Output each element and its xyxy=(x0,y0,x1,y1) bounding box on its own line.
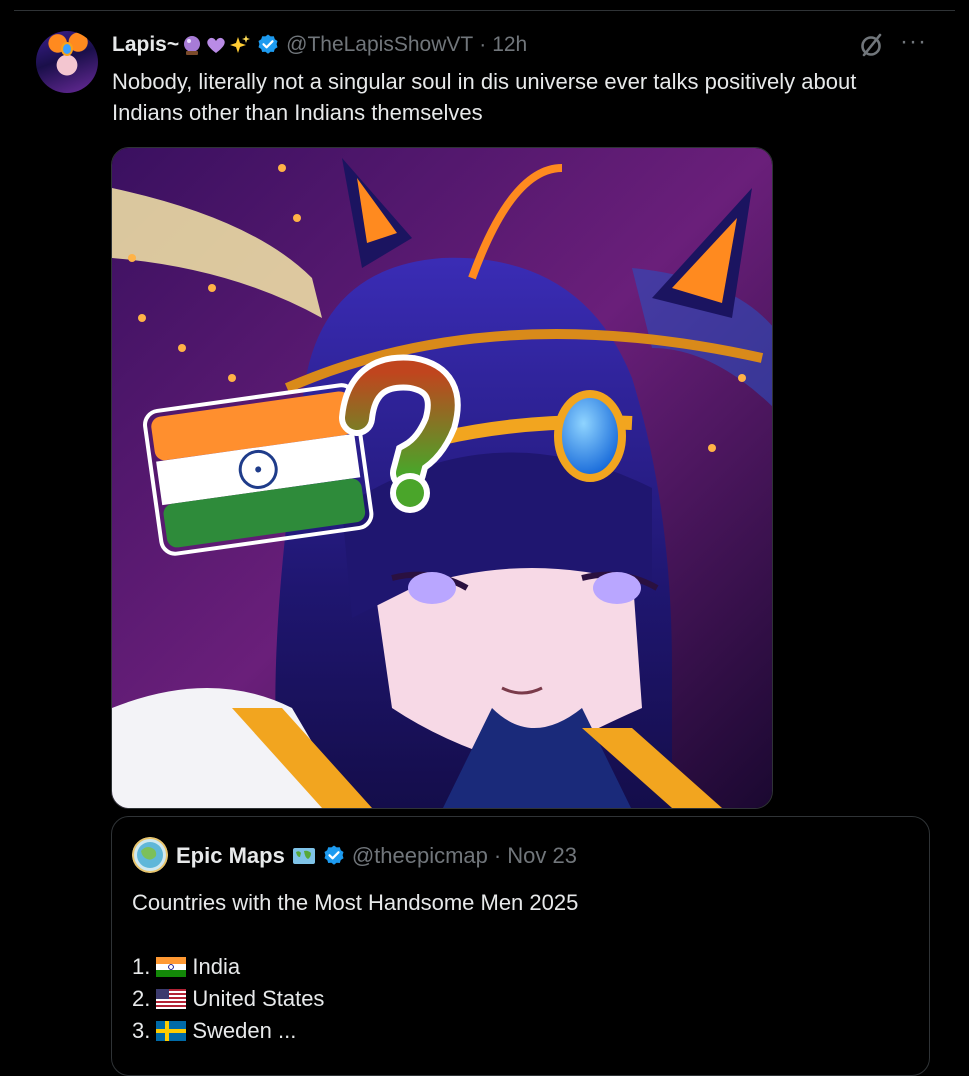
list-item: 3. Sweden ... xyxy=(132,1015,912,1047)
quote-text: Countries with the Most Handsome Men 202… xyxy=(132,887,912,1047)
sparkles-icon xyxy=(230,35,251,53)
crystal-ball-icon xyxy=(184,36,201,55)
list-label: India xyxy=(192,954,241,979)
india-flag-icon xyxy=(156,957,187,977)
more-icon[interactable]: ··· xyxy=(900,30,930,55)
grok-icon[interactable] xyxy=(858,31,886,59)
us-flag-icon xyxy=(156,989,187,1009)
handle[interactable]: @TheLapisShowVT xyxy=(286,33,473,57)
list-number: 2. xyxy=(132,986,151,1011)
display-name[interactable]: Lapis~ xyxy=(112,33,179,57)
quoted-tweet[interactable]: Epic Maps @theepicmap · Nov 23 Countries… xyxy=(111,816,930,1076)
tweet-text: Nobody, literally not a singular soul in… xyxy=(112,69,857,125)
verified-badge-icon xyxy=(258,34,278,54)
verified-badge-icon xyxy=(324,845,344,865)
list-number: 1. xyxy=(132,954,151,979)
quote-handle[interactable]: @theepicmap xyxy=(352,843,488,869)
post-image[interactable] xyxy=(111,147,773,809)
avatar[interactable] xyxy=(36,31,98,93)
list-number: 3. xyxy=(132,1018,151,1043)
truncation-ellipsis: ... xyxy=(271,1018,297,1043)
timestamp[interactable]: 12h xyxy=(492,33,527,57)
separator: · xyxy=(479,33,487,56)
avatar-gem xyxy=(63,44,71,54)
quote-date[interactable]: Nov 23 xyxy=(507,843,577,869)
quote-avatar[interactable] xyxy=(132,837,168,873)
quote-display-name[interactable]: Epic Maps xyxy=(176,843,285,869)
post-illustration xyxy=(112,148,772,808)
list-label: Sweden xyxy=(192,1018,272,1043)
world-map-icon xyxy=(292,848,315,864)
top-divider xyxy=(14,10,955,11)
list-item: 1. India xyxy=(132,951,912,983)
quote-separator: · xyxy=(493,843,502,868)
sweden-flag-icon xyxy=(156,1021,187,1041)
purple-heart-icon xyxy=(207,37,225,53)
quote-header: Epic Maps @theepicmap · Nov 23 xyxy=(176,841,577,871)
list-label: United States xyxy=(192,986,325,1011)
post-header: Lapis~ @TheLapisShowVT · 12h xyxy=(112,31,527,59)
quote-title: Countries with the Most Handsome Men 202… xyxy=(132,890,579,915)
list-item: 2. United States xyxy=(132,983,912,1015)
